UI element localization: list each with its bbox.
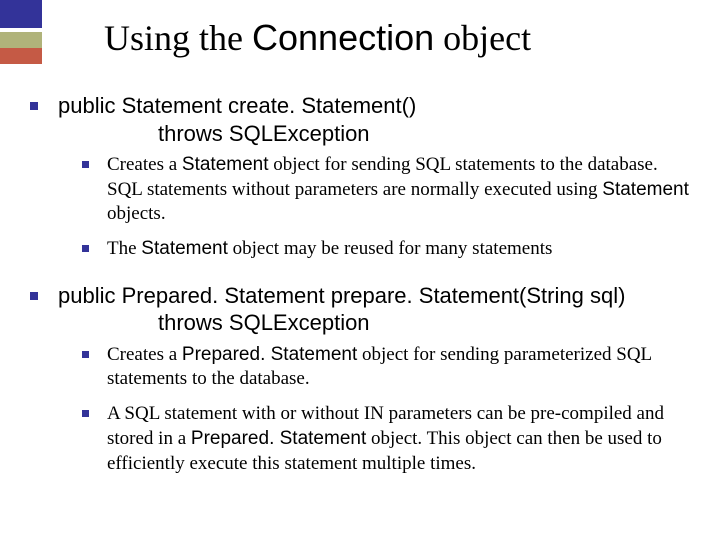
heading-line2: throws SQLException <box>158 309 625 337</box>
square-bullet-icon <box>82 410 89 417</box>
spacer <box>30 272 690 282</box>
sub-mid1: object may be reused for many statements <box>228 238 552 259</box>
accent-bar-red <box>0 48 42 64</box>
title-suffix: object <box>434 18 531 58</box>
square-bullet-icon <box>82 351 89 358</box>
sub-text: A SQL statement with or without IN param… <box>107 402 690 476</box>
square-bullet-icon <box>82 161 89 168</box>
accent-bar-blue <box>0 0 42 28</box>
sub-text: Creates a Prepared. Statement object for… <box>107 343 690 392</box>
title-connection-word: Connection <box>252 17 434 58</box>
bullet-level2: Creates a Prepared. Statement object for… <box>82 343 690 392</box>
sub-pre: Creates a <box>107 344 182 365</box>
slide: Using the Connection object public State… <box>0 0 720 540</box>
bullet-level2: The Statement object may be reused for m… <box>82 237 690 262</box>
sub-kw1: Prepared. Statement <box>182 344 357 365</box>
sub-text: Creates a Statement object for sending S… <box>107 153 690 227</box>
sub-text: The Statement object may be reused for m… <box>107 237 552 262</box>
title-prefix: Using the <box>104 18 252 58</box>
heading-line1: public Prepared. Statement prepare. Stat… <box>58 283 625 308</box>
bullet-level2: A SQL statement with or without IN param… <box>82 402 690 476</box>
sub-pre: The <box>107 238 141 259</box>
square-bullet-icon <box>30 102 38 110</box>
heading-text: public Prepared. Statement prepare. Stat… <box>58 282 625 337</box>
sub-kw1: Statement <box>141 238 228 259</box>
accent-bar-olive <box>0 32 42 48</box>
slide-body: public Statement create. Statement() thr… <box>30 92 690 486</box>
heading-line1: public Statement create. Statement() <box>58 93 416 118</box>
slide-title: Using the Connection object <box>104 20 531 56</box>
square-bullet-icon <box>82 245 89 252</box>
bullet-level1: public Statement create. Statement() thr… <box>30 92 690 147</box>
title-accent-bars <box>0 0 42 64</box>
sub-post: objects. <box>107 203 166 224</box>
heading-line2: throws SQLException <box>158 120 416 148</box>
sub-pre: Creates a <box>107 154 182 175</box>
square-bullet-icon <box>30 292 38 300</box>
sub-kw1: Prepared. Statement <box>191 428 366 449</box>
bullet-level1: public Prepared. Statement prepare. Stat… <box>30 282 690 337</box>
sub-kw1: Statement <box>182 154 269 175</box>
heading-text: public Statement create. Statement() thr… <box>58 92 416 147</box>
sub-kw2: Statement <box>602 179 689 200</box>
bullet-level2: Creates a Statement object for sending S… <box>82 153 690 227</box>
